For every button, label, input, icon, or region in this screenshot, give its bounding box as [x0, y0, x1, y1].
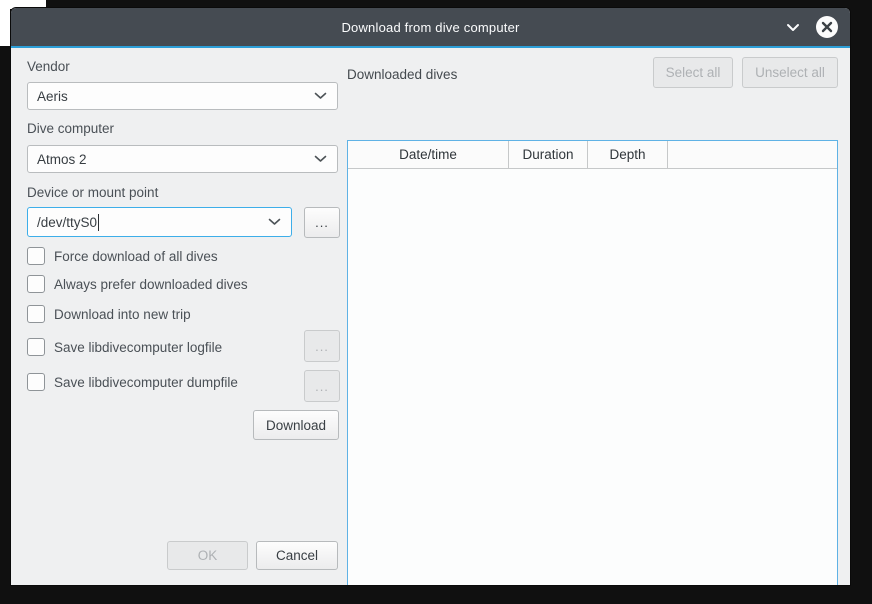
device-input[interactable]: /dev/ttyS0 — [27, 207, 292, 237]
device-label: Device or mount point — [27, 185, 158, 200]
save-dumpfile-checkbox-row[interactable]: Save libdivecomputer dumpfile — [27, 373, 238, 391]
column-header-empty[interactable] — [668, 141, 837, 168]
table-body[interactable] — [348, 169, 837, 585]
unselect-all-button[interactable]: Unselect all — [742, 57, 838, 88]
titlebar[interactable]: Download from dive computer — [11, 8, 850, 46]
text-caret — [98, 214, 99, 231]
checkbox-icon[interactable] — [27, 275, 45, 293]
chevron-down-icon — [314, 155, 327, 163]
column-header-datetime[interactable]: Date/time — [348, 141, 509, 168]
ok-button[interactable]: OK — [167, 541, 248, 570]
chevron-down-icon — [268, 218, 281, 226]
checkbox-label: Always prefer downloaded dives — [54, 277, 248, 292]
checkbox-icon[interactable] — [27, 305, 45, 323]
dive-computer-dropdown[interactable]: Atmos 2 — [27, 145, 338, 173]
column-header-duration[interactable]: Duration — [509, 141, 588, 168]
dumpfile-browse-button[interactable]: ... — [304, 370, 340, 402]
column-header-depth[interactable]: Depth — [588, 141, 668, 168]
download-dialog: Download from dive computer Vendor Aeris… — [11, 8, 850, 585]
download-button[interactable]: Download — [253, 410, 339, 440]
prefer-downloaded-checkbox-row[interactable]: Always prefer downloaded dives — [27, 275, 248, 293]
force-download-checkbox-row[interactable]: Force download of all dives — [27, 247, 218, 265]
checkbox-label: Download into new trip — [54, 307, 191, 322]
checkbox-label: Force download of all dives — [54, 249, 218, 264]
chevron-down-icon — [314, 92, 327, 100]
logfile-browse-button[interactable]: ... — [304, 330, 340, 362]
table-header-row: Date/time Duration Depth — [348, 141, 837, 169]
dive-computer-value: Atmos 2 — [37, 152, 87, 167]
downloaded-dives-table[interactable]: Date/time Duration Depth — [347, 140, 838, 585]
vendor-dropdown[interactable]: Aeris — [27, 82, 338, 110]
vendor-value: Aeris — [37, 89, 68, 104]
checkbox-icon[interactable] — [27, 373, 45, 391]
dive-computer-label: Dive computer — [27, 121, 114, 136]
checkbox-icon[interactable] — [27, 247, 45, 265]
cancel-button[interactable]: Cancel — [256, 541, 338, 570]
vendor-label: Vendor — [27, 59, 70, 74]
device-value: /dev/ttyS0 — [37, 215, 97, 230]
downloaded-dives-title: Downloaded dives — [347, 67, 457, 82]
new-trip-checkbox-row[interactable]: Download into new trip — [27, 305, 191, 323]
dialog-content: Vendor Aeris Dive computer Atmos 2 Devic… — [11, 48, 850, 585]
titlebar-controls — [784, 8, 838, 46]
window-menu-chevron-icon[interactable] — [784, 18, 802, 36]
select-all-button[interactable]: Select all — [653, 57, 733, 88]
save-logfile-checkbox-row[interactable]: Save libdivecomputer logfile — [27, 338, 222, 356]
checkbox-icon[interactable] — [27, 338, 45, 356]
close-icon[interactable] — [816, 16, 838, 38]
checkbox-label: Save libdivecomputer dumpfile — [54, 375, 238, 390]
checkbox-label: Save libdivecomputer logfile — [54, 340, 222, 355]
background-corner — [0, 0, 10, 46]
device-browse-button[interactable]: ... — [304, 207, 340, 238]
window-title: Download from dive computer — [341, 20, 519, 35]
